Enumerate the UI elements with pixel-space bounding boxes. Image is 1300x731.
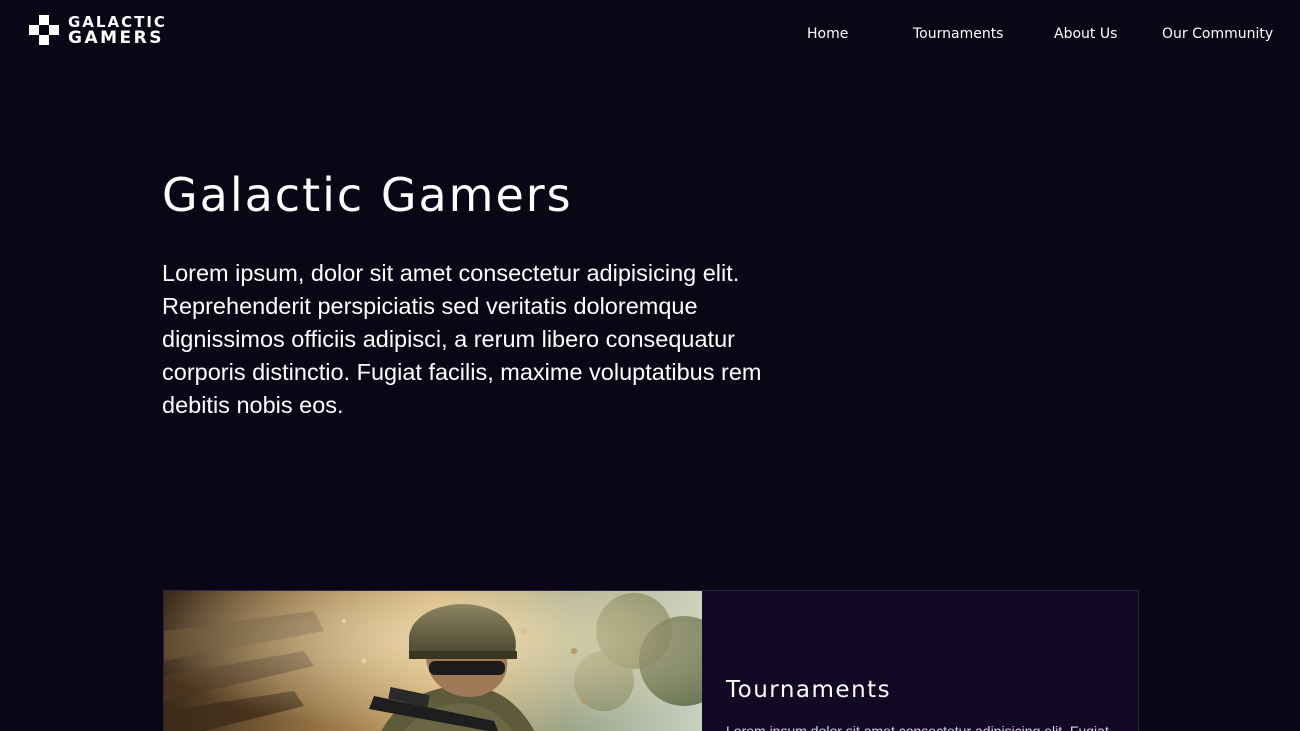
hero-description: Lorem ipsum, dolor sit amet consectetur … <box>162 260 762 418</box>
soldier-with-rifle-image <box>164 591 702 731</box>
tournaments-card-body: Tournaments Lorem ipsum dolor sit amet c… <box>702 591 1138 731</box>
tournaments-card-text: Lorem ipsum dolor sit amet consectetur a… <box>726 723 1109 731</box>
hero-title: Galactic Gamers <box>162 168 573 222</box>
page: GALACTIC GAMERS Home Tournaments About U… <box>0 0 1300 731</box>
tournaments-card-title: Tournaments <box>726 677 892 703</box>
site-header: GALACTIC GAMERS Home Tournaments About U… <box>0 0 1300 68</box>
tournaments-card: Tournaments Lorem ipsum dolor sit amet c… <box>163 590 1139 731</box>
nav-link-our-community[interactable]: Our Community <box>1162 24 1273 44</box>
nav-link-about-us[interactable]: About Us <box>1054 24 1117 44</box>
nav-link-tournaments[interactable]: Tournaments <box>913 24 1003 44</box>
main-nav: Home Tournaments About Us Our Community <box>0 24 1300 46</box>
nav-link-home[interactable]: Home <box>807 24 848 44</box>
soldier-illustration <box>164 591 702 731</box>
